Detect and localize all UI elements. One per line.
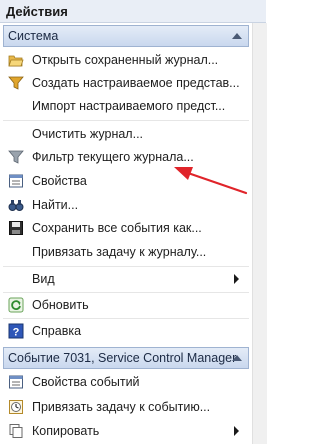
annotation-arrow bbox=[174, 167, 248, 195]
